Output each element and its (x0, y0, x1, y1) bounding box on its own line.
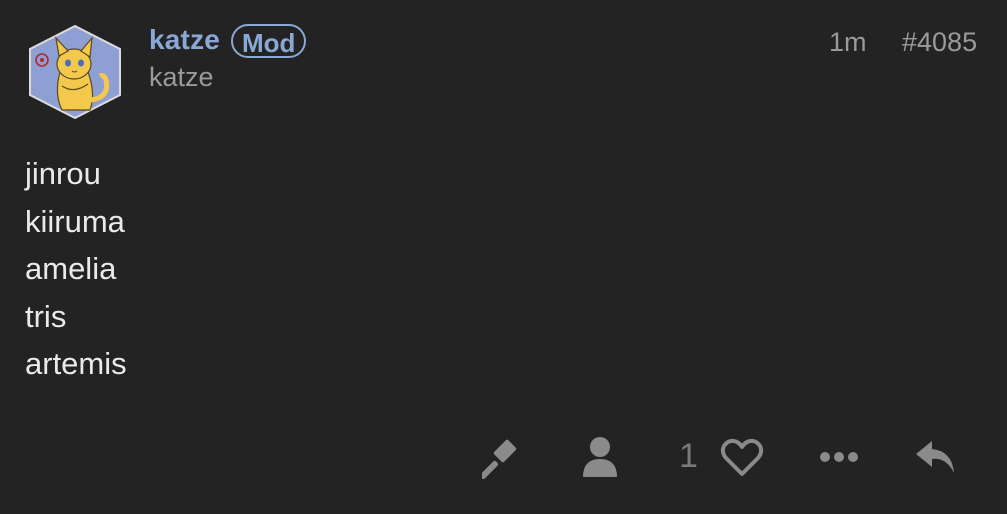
like-count: 1 (679, 437, 698, 475)
content-line: artemis (25, 346, 127, 381)
ellipsis-icon (820, 452, 858, 462)
moderate-button[interactable] (482, 437, 524, 479)
post-number[interactable]: #4085 (902, 27, 977, 58)
post-time[interactable]: 1m (829, 27, 867, 58)
content-line: jinrou (25, 156, 101, 191)
like-button[interactable] (720, 437, 764, 479)
reply-icon (916, 441, 954, 473)
reply-button[interactable] (914, 437, 958, 477)
user-icon (583, 437, 617, 477)
gavel-icon (482, 439, 517, 479)
avatar[interactable] (26, 24, 124, 120)
content-line: tris (25, 298, 67, 334)
cat-avatar-icon (29, 24, 121, 120)
forum-post: katze Mod katze 1m #4085 jinrou kiiruma … (0, 0, 1007, 514)
username[interactable]: katze (149, 24, 220, 56)
post-content: jinrou kiiruma amelia tris artemis (25, 150, 127, 388)
display-name: katze (149, 62, 214, 92)
user-button[interactable] (580, 435, 620, 479)
more-button[interactable] (818, 445, 860, 469)
content-line: kiiruma (25, 203, 125, 239)
heart-icon (720, 438, 764, 476)
content-line: amelia (25, 251, 117, 286)
mod-badge: Mod (231, 24, 307, 58)
